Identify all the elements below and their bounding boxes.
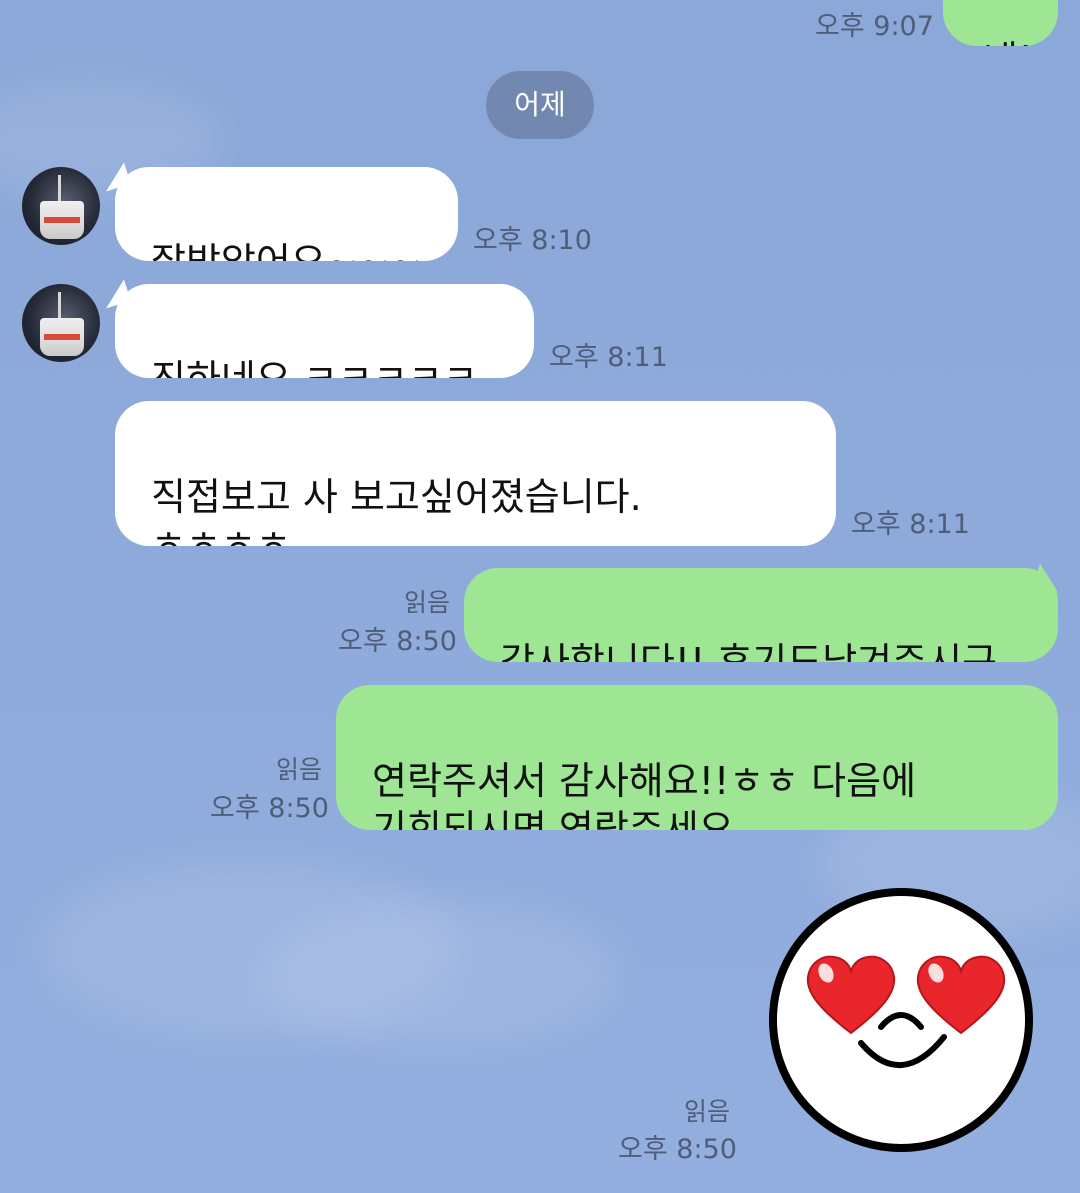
message-bubble-outgoing[interactable]: 연락주셔서 감사해요!!ㅎㅎ 다음에 기회되시면 연락주세요 [336,685,1058,830]
message-time: 오후 8:50 [210,793,329,824]
message-time: 오후 8:11 [549,342,668,373]
message-bubble-incoming[interactable]: 잘받았어요~~~ [115,167,458,261]
read-receipt: 읽음 [403,588,450,617]
message-text: 직접보고 사 보고싶어졌습니다. ㅎㅎㅎㅎ [151,475,642,546]
message-text: 감사합니다!! 후기도남겨주시구 [500,640,998,662]
avatar-cup [40,201,84,239]
avatar-cup [40,318,84,356]
heart-eyes-sticker[interactable] [766,885,1036,1155]
message-time: 오후 8:50 [618,1134,737,1165]
message-text: 잘받았어요~~~ [151,240,421,261]
message-bubble-incoming[interactable]: 직접보고 사 보고싶어졌습니다. ㅎㅎㅎㅎ [115,401,836,546]
message-bubble-incoming[interactable]: 진하네요.ㅋㅋㅋㅋㅋ [115,284,534,378]
message-bubble-outgoing[interactable]: 감사합니다!! 후기도남겨주시구 [464,568,1058,662]
message-bubble-outgoing[interactable]: 네! [943,0,1058,46]
avatar[interactable] [22,284,100,362]
message-time: 오후 8:10 [473,225,592,256]
date-divider: 어제 [486,71,594,139]
message-time: 오후 8:11 [851,509,970,540]
read-receipt: 읽음 [683,1097,730,1126]
message-time: 오후 8:50 [338,626,457,657]
background-cloud [260,900,620,1050]
heart-eyes-face-icon [769,888,1033,1152]
avatar[interactable] [22,167,100,245]
message-text: 네! [983,38,1033,46]
message-text: 연락주셔서 감사해요!!ㅎㅎ 다음에 기회되시면 연락주세요 [372,759,917,830]
message-time: 오후 9:07 [815,11,934,42]
read-receipt: 읽음 [275,755,322,784]
message-text: 진하네요.ㅋㅋㅋㅋㅋ [151,357,478,378]
